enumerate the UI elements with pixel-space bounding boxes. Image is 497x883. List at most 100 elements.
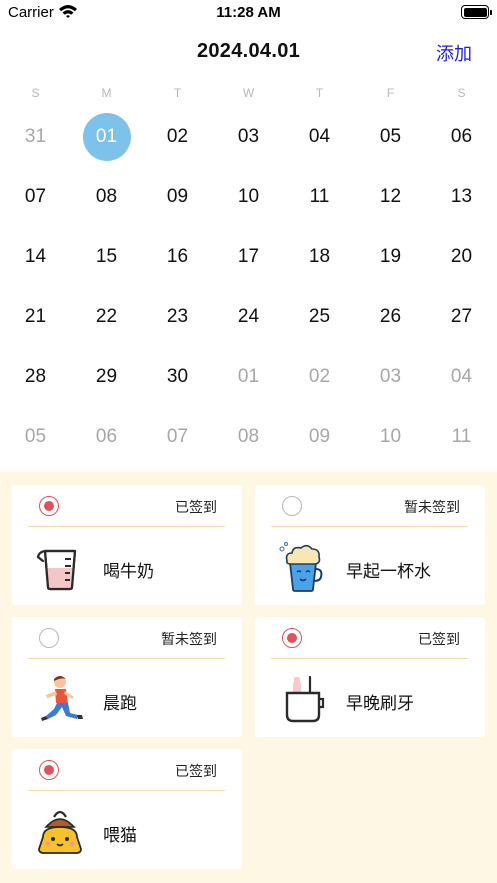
runner-icon <box>41 676 83 721</box>
calendar-day-number: 29 <box>95 366 118 387</box>
status-bar: Carrier 11:28 AM <box>0 0 497 26</box>
calendar-day-number: 04 <box>308 126 331 147</box>
calendar-day[interactable]: 16 <box>142 227 213 287</box>
calendar-day-number: 11 <box>451 426 472 447</box>
calendar-day-number: 21 <box>24 306 47 327</box>
calendar-day[interactable]: 06 <box>71 407 142 467</box>
calendar-day[interactable]: 29 <box>71 347 142 407</box>
habit-card-teeth[interactable]: 已签到 早晚刷牙 <box>255 617 485 737</box>
checkin-radio[interactable] <box>39 760 59 780</box>
calendar-day[interactable]: 01 <box>213 347 284 407</box>
calendar-day[interactable]: 02 <box>284 347 355 407</box>
habit-card-water[interactable]: 暂未签到 早起一杯水 <box>255 485 485 605</box>
calendar-day[interactable]: 15 <box>71 227 142 287</box>
calendar-day[interactable]: 05 <box>0 407 71 467</box>
status-time: 11:28 AM <box>216 4 281 21</box>
battery-icon <box>461 5 492 19</box>
calendar-day[interactable]: 03 <box>213 107 284 167</box>
calendar-day[interactable]: 09 <box>142 167 213 227</box>
calendar-day-number: 08 <box>237 426 260 447</box>
calendar-day-number: 02 <box>166 126 189 147</box>
calendar-day-number: 19 <box>379 246 402 267</box>
calendar-day[interactable]: 05 <box>355 107 426 167</box>
calendar-day-number: 04 <box>450 366 473 387</box>
checkin-radio[interactable] <box>282 628 302 648</box>
milk-cup-icon <box>36 549 77 591</box>
calendar-day[interactable]: 07 <box>142 407 213 467</box>
calendar-day[interactable]: 19 <box>355 227 426 287</box>
calendar-day-number: 25 <box>308 306 331 327</box>
calendar-day-number: 03 <box>379 366 402 387</box>
calendar-day[interactable]: 21 <box>0 287 71 347</box>
calendar-day[interactable]: 23 <box>142 287 213 347</box>
calendar-day-number: 26 <box>379 306 402 327</box>
checkin-radio[interactable] <box>39 496 59 516</box>
calendar-day[interactable]: 13 <box>426 167 497 227</box>
calendar-day-number: 13 <box>450 186 473 207</box>
calendar-day[interactable]: 04 <box>426 347 497 407</box>
calendar-day[interactable]: 03 <box>355 347 426 407</box>
calendar-day[interactable]: 04 <box>284 107 355 167</box>
calendar-day-number: 06 <box>95 426 118 447</box>
calendar-day[interactable]: 08 <box>213 407 284 467</box>
weekday-label: T <box>315 86 324 100</box>
calendar-day[interactable]: 11 <box>426 407 497 467</box>
calendar-day-selected[interactable]: 01 <box>71 107 142 167</box>
calendar-day[interactable]: 25 <box>284 287 355 347</box>
calendar-day-number: 18 <box>308 246 331 267</box>
calendar-day-number: 09 <box>166 186 189 207</box>
habit-name: 晨跑 <box>103 694 137 713</box>
calendar-day[interactable]: 07 <box>0 167 71 227</box>
checkin-status: 已签到 <box>418 631 460 647</box>
calendar-day[interactable]: 02 <box>142 107 213 167</box>
calendar-day[interactable]: 11 <box>284 167 355 227</box>
cat-food-icon <box>38 810 82 854</box>
habit-name: 早晚刷牙 <box>346 694 414 713</box>
add-button[interactable]: 添加 <box>436 40 472 66</box>
card-divider <box>271 526 468 527</box>
calendar-day-number: 20 <box>450 246 473 267</box>
calendar-day-number: 23 <box>166 306 189 327</box>
habit-card-cat[interactable]: 已签到 喂猫 <box>12 749 242 869</box>
weekday-label: S <box>31 86 40 100</box>
habit-card-run[interactable]: 暂未签到 晨跑 <box>12 617 242 737</box>
checkin-status: 已签到 <box>175 499 217 515</box>
calendar-day-number: 22 <box>95 306 118 327</box>
calendar-day-number: 17 <box>237 246 260 267</box>
calendar-day[interactable]: 17 <box>213 227 284 287</box>
calendar-day-number: 09 <box>308 426 331 447</box>
weekday-label: M <box>101 86 112 100</box>
habit-card-milk[interactable]: 已签到 喝牛奶 <box>12 485 242 605</box>
calendar-day-number: 01 <box>237 366 260 387</box>
calendar-day[interactable]: 31 <box>0 107 71 167</box>
water-cup-icon <box>279 542 323 592</box>
calendar-day-number: 14 <box>24 246 47 267</box>
calendar-day-number: 01 <box>82 113 131 161</box>
calendar-day-number: 31 <box>24 126 47 147</box>
calendar-day[interactable]: 08 <box>71 167 142 227</box>
checkin-radio[interactable] <box>39 628 59 648</box>
habit-name: 早起一杯水 <box>346 562 431 581</box>
calendar-day[interactable]: 22 <box>71 287 142 347</box>
calendar-day[interactable]: 14 <box>0 227 71 287</box>
calendar-day[interactable]: 09 <box>284 407 355 467</box>
calendar-day[interactable]: 18 <box>284 227 355 287</box>
calendar-day-number: 08 <box>95 186 118 207</box>
calendar-day[interactable]: 10 <box>213 167 284 227</box>
calendar-day[interactable]: 12 <box>355 167 426 227</box>
checkin-radio[interactable] <box>282 496 302 516</box>
calendar-day[interactable]: 24 <box>213 287 284 347</box>
calendar-day[interactable]: 30 <box>142 347 213 407</box>
habit-name: 喂猫 <box>103 826 137 845</box>
calendar-day[interactable]: 20 <box>426 227 497 287</box>
calendar-day-number: 15 <box>95 246 118 267</box>
card-divider <box>28 790 225 791</box>
calendar-day[interactable]: 28 <box>0 347 71 407</box>
calendar-day[interactable]: 26 <box>355 287 426 347</box>
calendar-day[interactable]: 27 <box>426 287 497 347</box>
calendar-day-number: 11 <box>309 186 330 207</box>
calendar-day-number: 12 <box>379 186 402 207</box>
calendar-day-number: 03 <box>237 126 260 147</box>
calendar-day[interactable]: 06 <box>426 107 497 167</box>
calendar-day[interactable]: 10 <box>355 407 426 467</box>
